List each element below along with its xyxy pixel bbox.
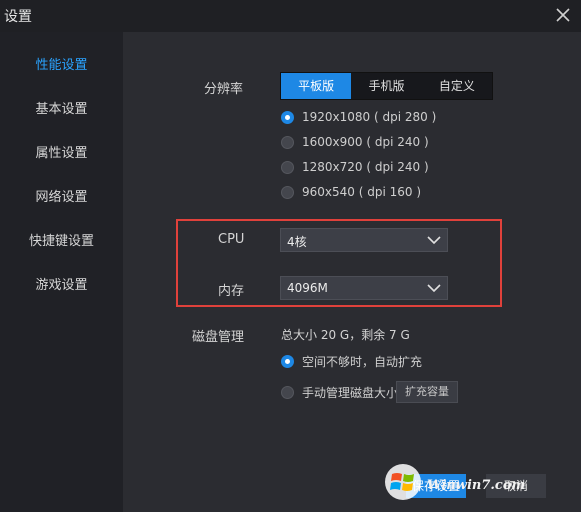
chevron-down-icon — [427, 284, 441, 293]
radio-unchecked-icon — [281, 135, 294, 149]
chevron-down-icon — [427, 236, 441, 245]
sidebar-item-performance[interactable]: 性能设置 — [0, 44, 123, 88]
resolution-label: 分辨率 — [204, 82, 244, 97]
radio-unchecked-icon — [281, 160, 294, 174]
window-title: 设置 — [4, 9, 32, 25]
expand-capacity-button[interactable]: 扩充容量 — [396, 381, 458, 403]
disk-option-auto[interactable]: 空间不够时，自动扩充 — [281, 352, 422, 370]
resolution-option-label: 960x540 ( dpi 160 ) — [302, 185, 422, 199]
resolution-option-label: 1920x1080 ( dpi 280 ) — [302, 110, 437, 124]
radio-unchecked-icon — [281, 185, 294, 199]
disk-option-manual[interactable]: 手动管理磁盘大小 — [281, 383, 398, 401]
disk-option-label: 手动管理磁盘大小 — [302, 385, 399, 400]
windows-logo-icon — [385, 464, 421, 500]
tab-custom[interactable]: 自定义 — [422, 73, 492, 99]
radio-unchecked-icon — [281, 385, 294, 399]
resolution-option-1280[interactable]: 1280x720 ( dpi 240 ) — [281, 158, 429, 176]
disk-option-label: 空间不够时，自动扩充 — [302, 354, 423, 369]
memory-label: 内存 — [218, 284, 245, 299]
tab-tablet[interactable]: 平板版 — [281, 73, 352, 99]
radio-checked-icon — [281, 110, 294, 124]
sidebar-item-games[interactable]: 游戏设置 — [0, 264, 123, 308]
resolution-option-1600[interactable]: 1600x900 ( dpi 240 ) — [281, 133, 429, 151]
sidebar-item-network[interactable]: 网络设置 — [0, 176, 123, 220]
cpu-label: CPU — [218, 232, 245, 247]
cpu-select[interactable]: 4核 — [280, 228, 448, 252]
memory-value: 4096M — [287, 281, 328, 295]
resolution-option-label: 1600x900 ( dpi 240 ) — [302, 135, 429, 149]
resolution-tabs: 平板版 手机版 自定义 — [280, 72, 493, 100]
resolution-option-960[interactable]: 960x540 ( dpi 160 ) — [281, 183, 421, 201]
title-bar: 设置 — [0, 0, 581, 32]
sidebar-item-shortcuts[interactable]: 快捷键设置 — [0, 220, 123, 264]
tab-phone[interactable]: 手机版 — [351, 73, 421, 99]
radio-checked-icon — [281, 354, 294, 368]
close-icon[interactable] — [553, 5, 573, 25]
sidebar-item-basic[interactable]: 基本设置 — [0, 88, 123, 132]
disk-label: 磁盘管理 — [192, 330, 245, 345]
resolution-option-label: 1280x720 ( dpi 240 ) — [302, 160, 429, 174]
watermark-text: Winwin7.com — [427, 478, 526, 493]
sidebar: 性能设置 基本设置 属性设置 网络设置 快捷键设置 游戏设置 — [0, 32, 123, 512]
sidebar-item-properties[interactable]: 属性设置 — [0, 132, 123, 176]
resolution-option-1920[interactable]: 1920x1080 ( dpi 280 ) — [281, 108, 436, 126]
cpu-value: 4核 — [287, 235, 307, 249]
disk-summary: 总大小 20 G，剩余 7 G — [281, 328, 410, 342]
memory-select[interactable]: 4096M — [280, 276, 448, 300]
